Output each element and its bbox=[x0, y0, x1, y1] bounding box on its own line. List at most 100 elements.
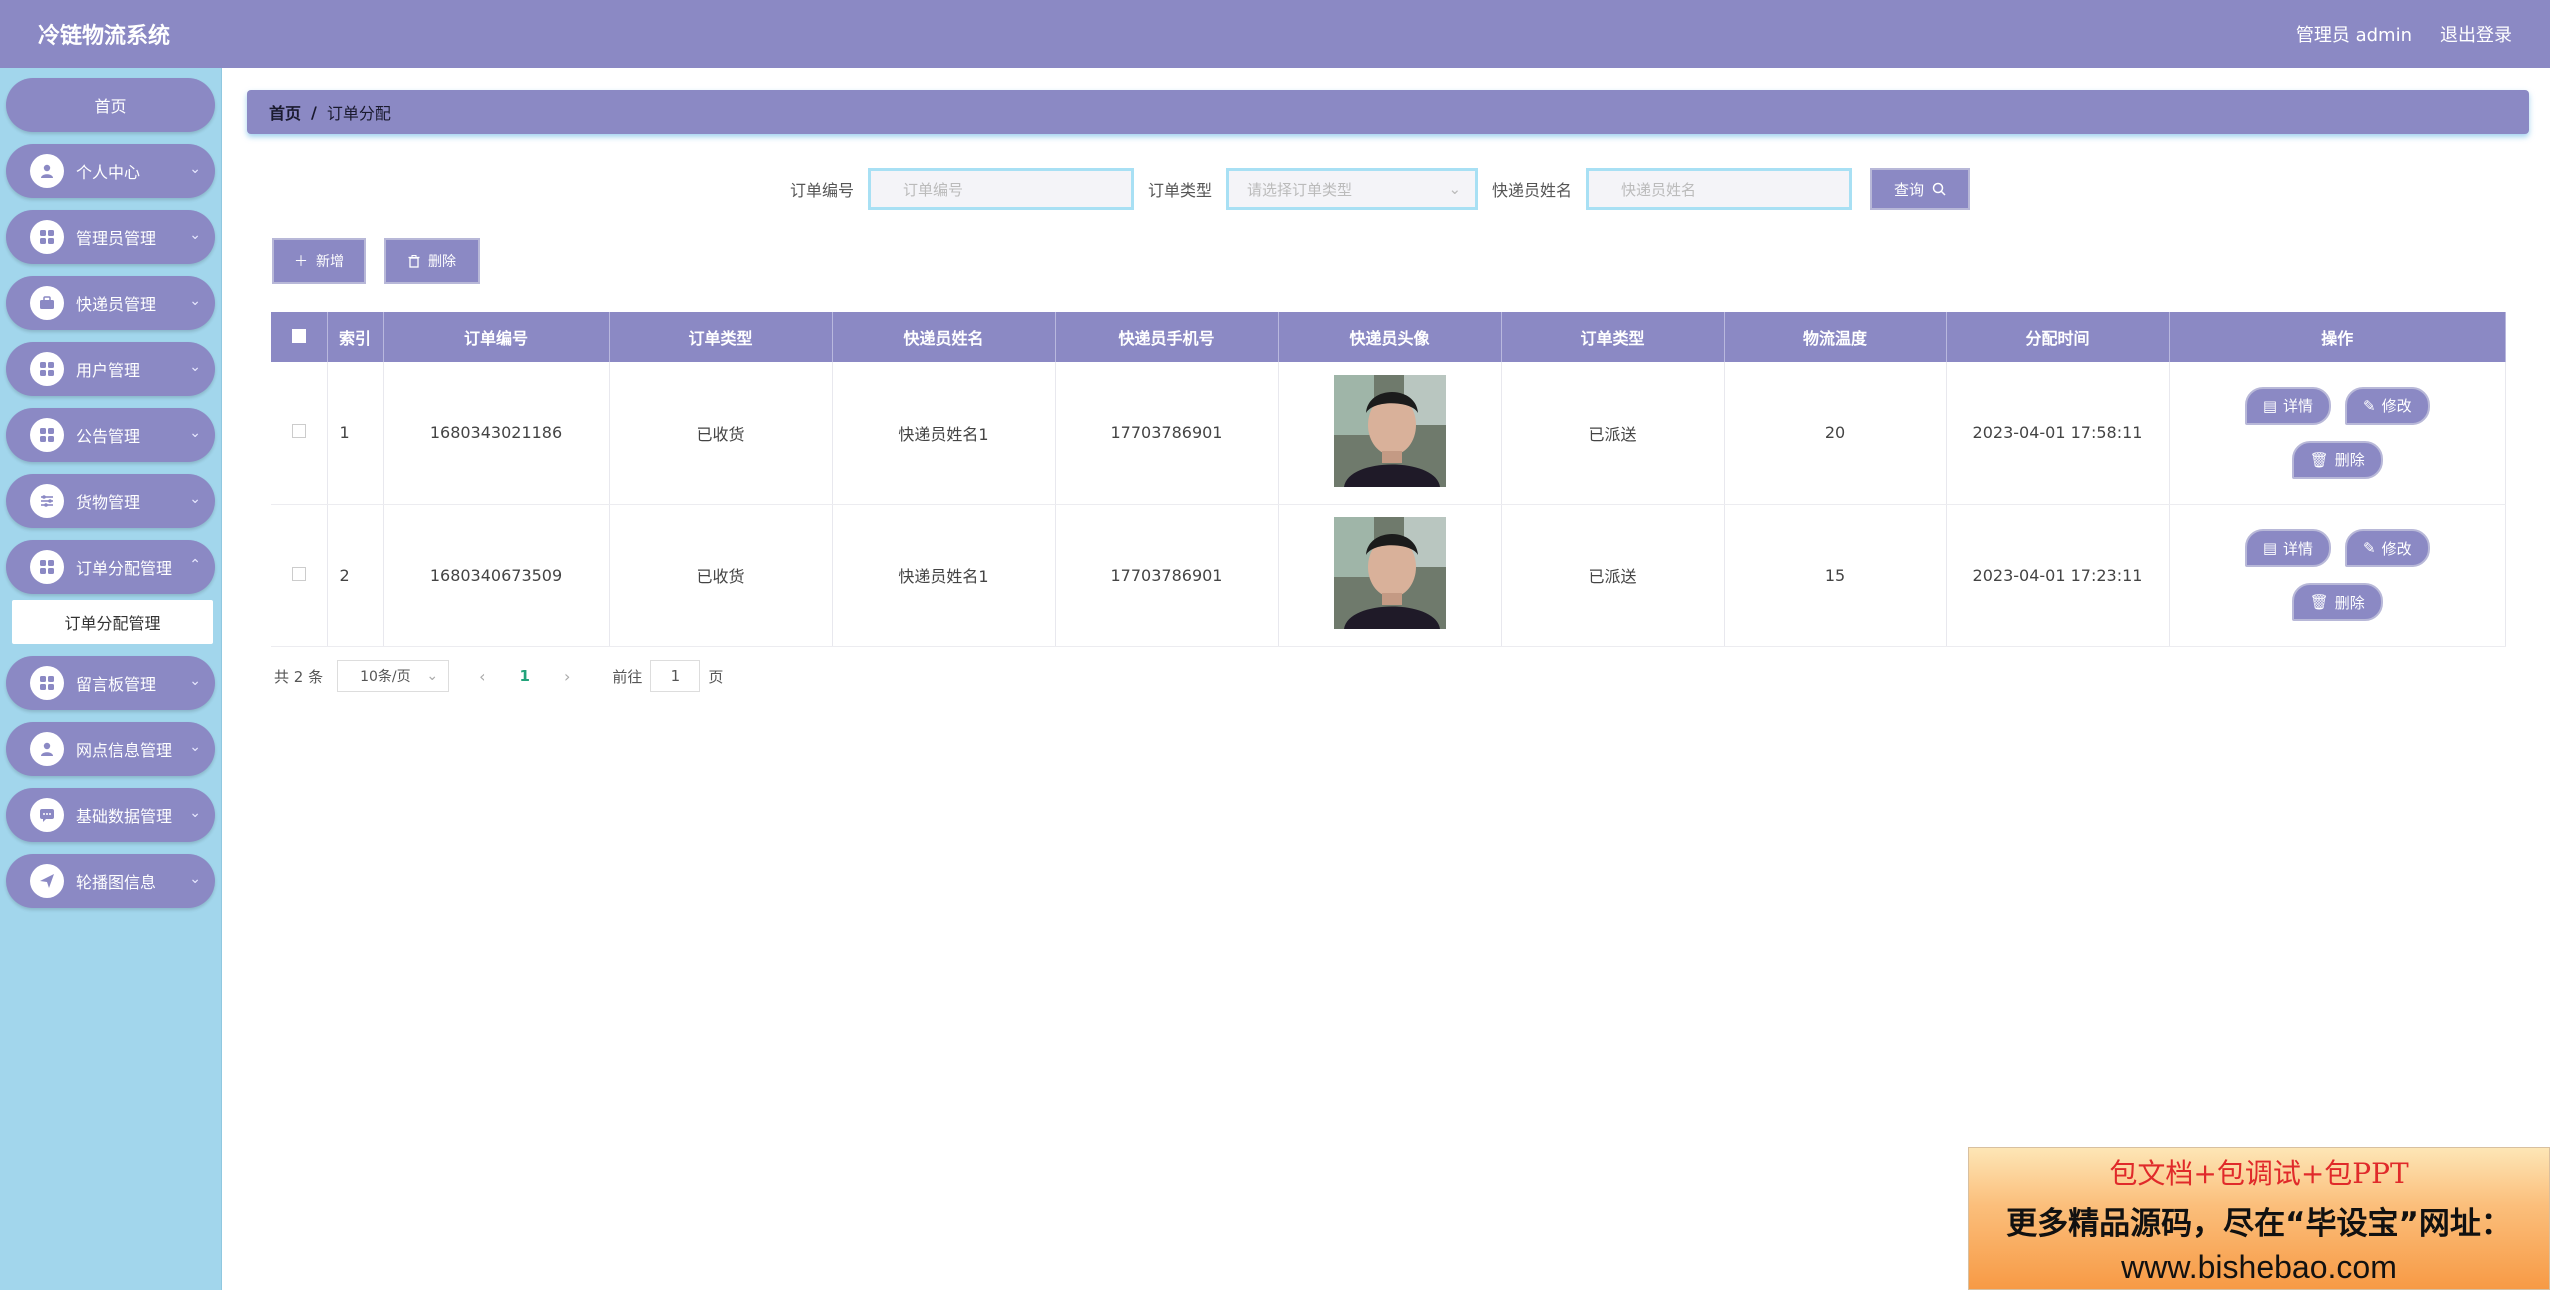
row-select-cell bbox=[271, 504, 328, 647]
edit-label: 修改 bbox=[2381, 539, 2412, 558]
sidebar-item-courier[interactable]: 快递员管理 ⌄ bbox=[6, 276, 215, 330]
logout-link[interactable]: 退出登录 bbox=[2440, 21, 2512, 47]
cell-courier-name: 快递员姓名1 bbox=[832, 504, 1056, 647]
page-number-current[interactable]: 1 bbox=[520, 667, 530, 685]
col-courier-avatar: 快递员头像 bbox=[1278, 312, 1502, 362]
promo-line-2: 更多精品源码，尽在“毕设宝”网址： bbox=[2006, 1206, 2512, 1242]
breadcrumb: 首页 / 订单分配 bbox=[247, 90, 2529, 134]
grid-icon bbox=[30, 666, 64, 700]
delete-button-label: 删除 bbox=[428, 254, 456, 270]
detail-button[interactable]: ▤ 详情 bbox=[2244, 386, 2332, 425]
total-count: 共 2 条 bbox=[274, 667, 324, 686]
chevron-down-icon: ⌄ bbox=[189, 871, 201, 887]
sidebar-item-admin[interactable]: 管理员管理 ⌄ bbox=[6, 210, 215, 264]
add-button[interactable]: ＋ 新增 bbox=[272, 238, 366, 284]
user-icon bbox=[30, 154, 64, 188]
table-header-row: 索引 订单编号 订单类型 快递员姓名 快递员手机号 快递员头像 订单类型 物流温… bbox=[271, 312, 2506, 362]
breadcrumb-current: 订单分配 bbox=[326, 104, 391, 123]
briefcase-icon bbox=[30, 286, 64, 320]
chevron-down-icon: ⌄ bbox=[189, 227, 201, 243]
detail-label: 详情 bbox=[2283, 539, 2314, 558]
trash-icon bbox=[408, 254, 420, 268]
breadcrumb-separator: / bbox=[311, 102, 317, 122]
chevron-down-icon: ⌄ bbox=[426, 668, 439, 684]
sidebar-subitem-order-assign[interactable]: 订单分配管理 bbox=[12, 600, 213, 644]
cell-courier-avatar bbox=[1278, 362, 1502, 505]
header-user-area: 管理员 admin 退出登录 bbox=[2296, 21, 2512, 47]
trash-icon: 🗑 bbox=[2309, 450, 2329, 469]
add-button-label: 新增 bbox=[316, 254, 344, 270]
sidebar-item-base-data[interactable]: 基础数据管理 ⌄ bbox=[6, 788, 215, 842]
order-type-placeholder: 请选择订单类型 bbox=[1247, 180, 1353, 199]
pencil-icon: ✎ bbox=[2363, 539, 2376, 557]
detail-label: 详情 bbox=[2283, 397, 2314, 416]
delete-row-button[interactable]: 🗑 删除 bbox=[2291, 440, 2383, 479]
prev-page-icon[interactable]: ‹ bbox=[479, 667, 485, 686]
sidebar-item-outlets[interactable]: 网点信息管理 ⌄ bbox=[6, 722, 215, 776]
sidebar-item-label: 公告管理 bbox=[76, 427, 141, 446]
page-size-select[interactable]: 10条/页 ⌄ bbox=[337, 660, 450, 692]
sidebar-item-message-board[interactable]: 留言板管理 ⌄ bbox=[6, 656, 215, 710]
cell-assign-time: 2023-04-01 17:23:11 bbox=[1946, 504, 2170, 647]
courier-avatar-image[interactable] bbox=[1333, 517, 1446, 629]
grid-icon bbox=[30, 550, 64, 584]
cell-order-type: 已收货 bbox=[609, 362, 833, 505]
row-select-cell bbox=[271, 362, 328, 505]
cell-courier-phone: 17703786901 bbox=[1055, 504, 1279, 647]
query-button-label: 查询 bbox=[1894, 180, 1925, 199]
edit-button[interactable]: ✎ 修改 bbox=[2345, 386, 2430, 425]
edit-label: 修改 bbox=[2381, 397, 2412, 416]
sidebar-item-users[interactable]: 用户管理 ⌄ bbox=[6, 342, 215, 396]
order-type-select[interactable]: 请选择订单类型 ⌄ bbox=[1226, 168, 1479, 210]
sidebar-item-order-assign[interactable]: 订单分配管理 ⌃ bbox=[6, 540, 215, 594]
sidebar-item-label: 个人中心 bbox=[76, 163, 141, 182]
trash-icon: 🗑 bbox=[2309, 593, 2329, 611]
edit-button[interactable]: ✎ 修改 bbox=[2345, 529, 2430, 567]
cell-index: 1 bbox=[327, 362, 384, 505]
col-courier-phone: 快递员手机号 bbox=[1055, 312, 1279, 362]
sidebar-item-goods[interactable]: 货物管理 ⌄ bbox=[6, 474, 215, 528]
sliders-icon bbox=[30, 484, 64, 518]
document-icon: ▤ bbox=[2262, 539, 2278, 557]
row-checkbox[interactable] bbox=[291, 424, 306, 439]
top-header: 冷链物流系统 管理员 admin 退出登录 bbox=[0, 0, 2550, 68]
sidebar-item-notice[interactable]: 公告管理 ⌄ bbox=[6, 408, 215, 462]
app-title: 冷链物流系统 bbox=[38, 24, 171, 49]
courier-avatar-image[interactable] bbox=[1333, 374, 1446, 487]
cell-operations: ▤ 详情 ✎ 修改 🗑 删除 bbox=[2169, 504, 2506, 647]
order-no-label: 订单编号 bbox=[790, 181, 855, 200]
delete-row-button[interactable]: 🗑 删除 bbox=[2291, 583, 2383, 621]
next-page-icon[interactable]: › bbox=[564, 667, 570, 686]
sidebar-item-carousel[interactable]: 轮播图信息 ⌄ bbox=[6, 854, 215, 908]
courier-name-label: 快递员姓名 bbox=[1492, 181, 1573, 200]
operation-row: ▤ 详情 ✎ 修改 bbox=[2244, 529, 2430, 567]
promo-url: www.bishebao.com bbox=[2121, 1249, 2397, 1285]
col-order-type: 订单类型 bbox=[609, 312, 833, 362]
cell-order-status: 已派送 bbox=[1501, 362, 1725, 505]
order-no-input[interactable]: 订单编号 bbox=[868, 168, 1135, 210]
select-all-checkbox[interactable] bbox=[291, 328, 306, 343]
chevron-down-icon: ⌄ bbox=[189, 359, 201, 375]
cell-order-status: 已派送 bbox=[1501, 504, 1725, 647]
order-type-label: 订单类型 bbox=[1148, 181, 1213, 200]
sidebar-item-profile[interactable]: 个人中心 ⌄ bbox=[6, 144, 215, 198]
goto-page-input[interactable]: 1 bbox=[650, 660, 701, 692]
sidebar-item-home[interactable]: 首页 bbox=[6, 78, 215, 132]
row-checkbox[interactable] bbox=[291, 566, 306, 581]
chevron-down-icon: ⌄ bbox=[189, 673, 201, 689]
chevron-down-icon: ⌄ bbox=[1448, 180, 1462, 198]
col-operations: 操作 bbox=[2169, 312, 2506, 362]
current-user[interactable]: 管理员 admin bbox=[2296, 21, 2412, 47]
detail-button[interactable]: ▤ 详情 bbox=[2244, 529, 2332, 567]
plus-icon: ＋ bbox=[294, 254, 308, 270]
chevron-down-icon: ⌄ bbox=[189, 425, 201, 441]
sidebar-item-label: 基础数据管理 bbox=[76, 807, 173, 826]
sidebar: 首页 个人中心 ⌄ 管理员管理 ⌄ 快递员管理 ⌄ 用户管理 ⌄ 公告管理 ⌄ … bbox=[0, 68, 222, 1290]
query-button[interactable]: 查询 bbox=[1870, 168, 1971, 210]
cell-index: 2 bbox=[327, 504, 384, 647]
batch-delete-button[interactable]: 删除 bbox=[384, 238, 480, 284]
col-index: 索引 bbox=[327, 312, 384, 362]
breadcrumb-home[interactable]: 首页 bbox=[269, 100, 301, 124]
courier-name-input[interactable]: 快递员姓名 bbox=[1586, 168, 1853, 210]
cell-operations: ▤ 详情 ✎ 修改 🗑 删除 bbox=[2169, 362, 2506, 505]
